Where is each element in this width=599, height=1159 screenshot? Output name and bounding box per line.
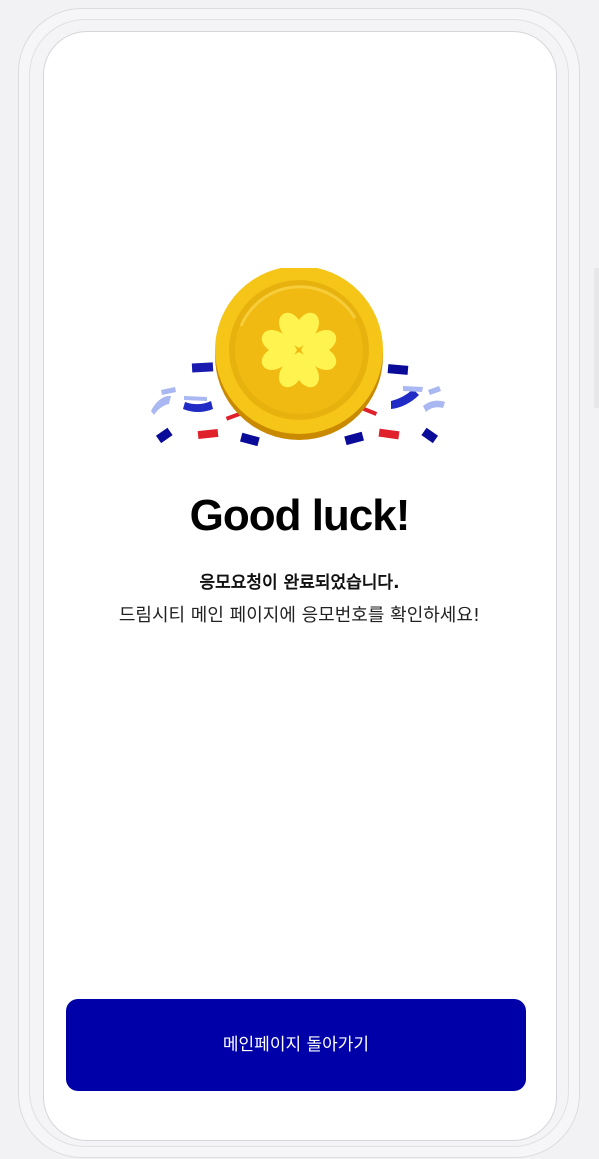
completion-message: 응모요청이 완료되었습니다. bbox=[199, 573, 400, 593]
phone-side-button bbox=[594, 268, 599, 408]
gold-coin-clover-icon bbox=[151, 268, 445, 447]
back-to-main-button[interactable]: 메인페이지 돌아가기 bbox=[66, 999, 526, 1091]
page-title: Good luck! bbox=[189, 491, 411, 540]
instruction-message: 드림시티 메인 페이지에 응모번호를 확인하세요! bbox=[118, 605, 481, 626]
